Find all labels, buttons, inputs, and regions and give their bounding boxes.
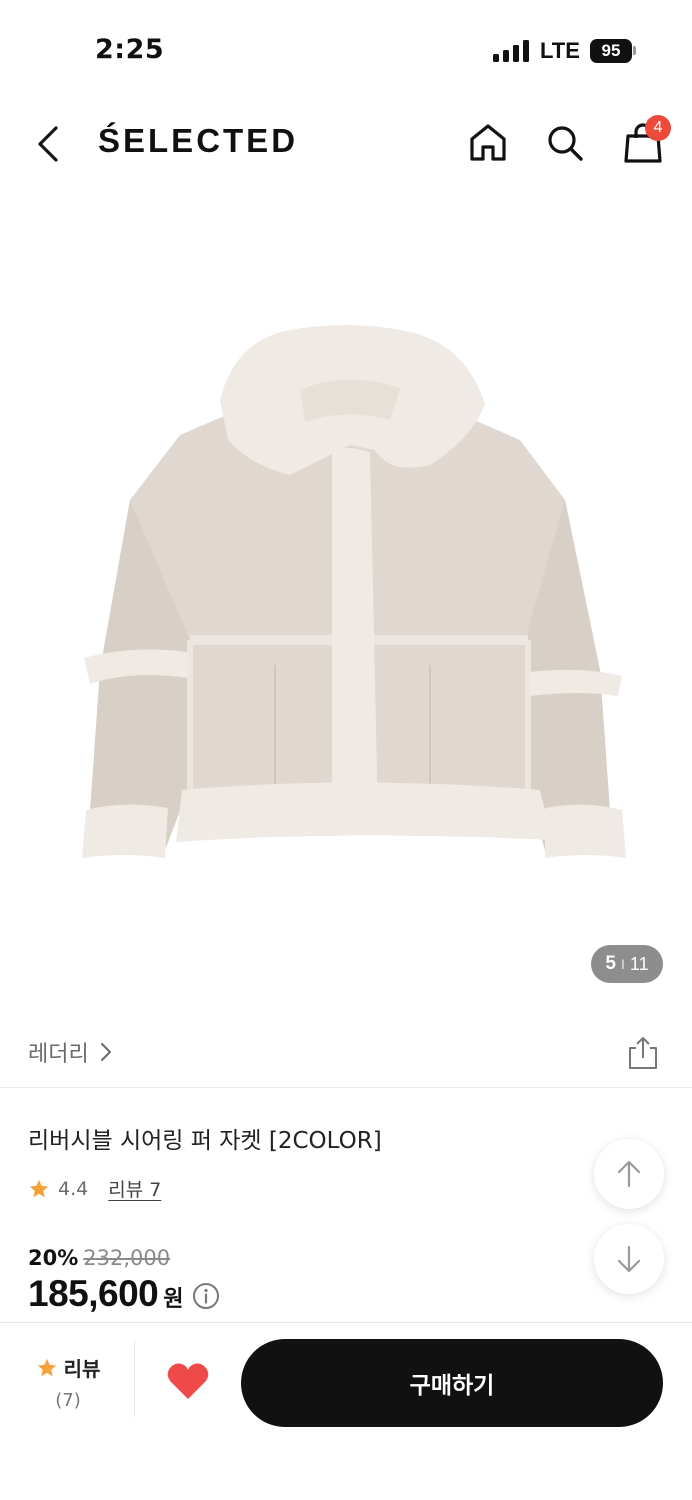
image-counter-separator: I — [621, 956, 625, 972]
wishlist-button[interactable] — [166, 1361, 210, 1401]
jacket-image — [82, 325, 626, 858]
image-counter: 5 I 11 — [591, 945, 663, 983]
brand-logo[interactable]: ŚELECTED — [98, 122, 298, 160]
status-time: 2:25 — [95, 34, 165, 65]
brand-link[interactable]: 레더리 — [28, 1036, 113, 1068]
sale-price: 185,600 — [28, 1273, 159, 1314]
share-icon — [629, 1037, 657, 1069]
star-icon — [37, 1358, 56, 1376]
original-price: 232,000 — [83, 1246, 171, 1270]
image-counter-current: 5 — [605, 953, 616, 974]
image-counter-total: 11 — [629, 953, 649, 974]
network-label: LTE — [540, 38, 580, 63]
rating-value: 4.4 — [58, 1177, 89, 1200]
brand-row: 레더리 — [0, 1020, 692, 1088]
heart-icon — [167, 1363, 209, 1399]
signal-icon — [493, 40, 529, 62]
chevron-left-icon — [38, 126, 58, 162]
cart-count-badge: 4 — [645, 115, 671, 141]
star-icon — [29, 1179, 49, 1197]
chevron-right-icon — [100, 1043, 111, 1061]
brand-name: 레더리 — [28, 1042, 89, 1067]
battery-cap — [633, 46, 636, 55]
scroll-top-button[interactable] — [594, 1139, 664, 1209]
price-row: 185,600 원 — [28, 1273, 220, 1315]
discount-rate: 20% — [28, 1246, 79, 1270]
buy-button[interactable]: 구매하기 — [241, 1339, 663, 1427]
review-tab-label: 리뷰 — [63, 1357, 101, 1381]
discount-row: 20% 232,000 — [28, 1246, 170, 1270]
app-header: ŚELECTED — [0, 100, 692, 190]
info-icon[interactable] — [192, 1282, 220, 1310]
currency-label: 원 — [163, 1287, 184, 1312]
arrow-up-icon — [617, 1160, 641, 1188]
search-icon — [548, 126, 583, 161]
divider — [134, 1341, 135, 1417]
status-bar: 2:25 LTE 95 — [0, 0, 692, 100]
home-button[interactable] — [465, 120, 511, 166]
review-tab-count: (7) — [55, 1390, 81, 1411]
product-image[interactable] — [0, 190, 692, 1010]
review-tab-button[interactable]: 리뷰 (7) — [28, 1353, 108, 1411]
review-link[interactable]: 리뷰 7 — [108, 1175, 161, 1202]
search-button[interactable] — [542, 120, 588, 166]
battery-icon: 95 — [590, 39, 632, 63]
home-icon — [470, 124, 506, 161]
review-tab-top: 리뷰 — [28, 1353, 108, 1382]
scroll-bottom-button[interactable] — [594, 1224, 664, 1294]
share-button[interactable] — [624, 1034, 662, 1072]
bottom-action-bar: 리뷰 (7) 구매하기 — [0, 1322, 692, 1500]
back-button[interactable] — [30, 122, 70, 166]
rating-row: 4.4 리뷰 7 — [28, 1175, 161, 1202]
product-name: 리버시블 시어링 퍼 자켓 [2COLOR] — [28, 1128, 382, 1154]
arrow-down-icon — [617, 1245, 641, 1273]
